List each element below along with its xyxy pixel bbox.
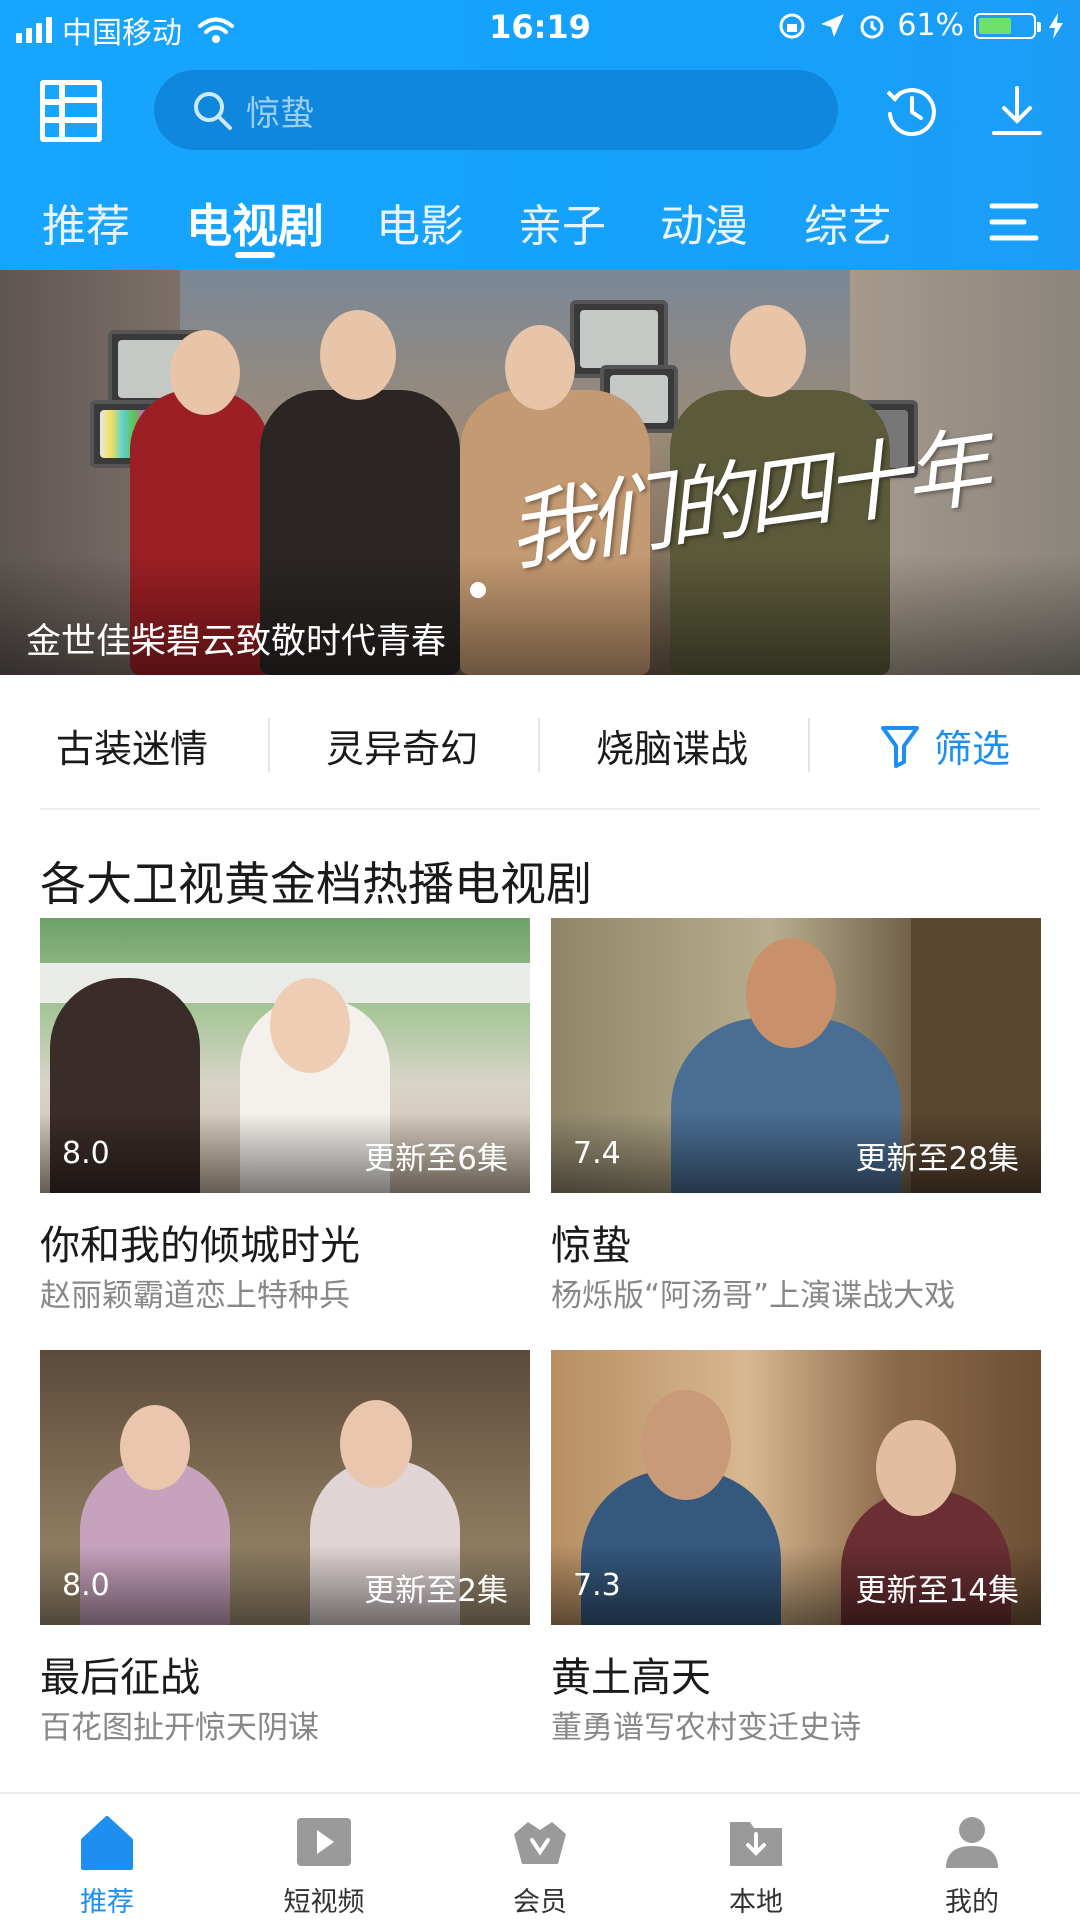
battery-icon	[974, 12, 1041, 39]
drama-update-status: 更新至6集	[364, 1141, 508, 1177]
drama-update-status: 更新至28集	[855, 1141, 1019, 1177]
tab-variety[interactable]: 综艺	[804, 190, 892, 254]
banner-figure-head	[320, 310, 396, 400]
drama-subtitle: 杨烁版“阿汤哥”上演谍战大戏	[551, 1278, 956, 1314]
drama-card[interactable]: 8.0 更新至2集 最后征战 百花图扯开惊天阴谋	[40, 1350, 530, 1750]
profile-icon	[946, 1817, 998, 1868]
drama-subtitle: 董勇谱写农村变迁史诗	[551, 1710, 861, 1746]
nav-item-local[interactable]: 本地	[681, 1794, 831, 1922]
top-header: 中国移动 16:19 61% 惊蛰 推荐 电视剧 电影 亲子 动漫 综艺	[0, 0, 1080, 270]
banner-figure-head	[730, 305, 806, 397]
drama-title: 你和我的倾城时光	[40, 1223, 360, 1269]
genre-supernatural[interactable]: 灵异奇幻	[326, 718, 478, 773]
category-grid-icon[interactable]	[40, 80, 102, 142]
drama-title: 最后征战	[40, 1655, 200, 1701]
drama-update-status: 更新至2集	[364, 1573, 508, 1609]
drama-subtitle: 赵丽颖霸道恋上特种兵	[40, 1278, 350, 1314]
section-title: 各大卫视黄金档热播电视剧	[40, 857, 592, 911]
location-icon	[821, 13, 845, 37]
history-clock-icon[interactable]	[885, 84, 939, 138]
tab-kids[interactable]: 亲子	[518, 190, 606, 254]
hero-banner[interactable]: 我们的四十年 金世佳柴碧云致敬时代青春	[0, 270, 1080, 675]
drama-thumbnail: 8.0 更新至2集	[40, 1350, 530, 1625]
alarm-icon	[860, 15, 884, 38]
drama-title: 惊蛰	[551, 1223, 631, 1269]
genre-divider	[808, 718, 810, 772]
genre-divider	[538, 718, 540, 772]
drama-score: 8.0	[62, 1136, 110, 1171]
drama-thumbnail: 7.4 更新至28集	[551, 918, 1041, 1193]
rotation-lock-icon	[779, 13, 805, 38]
drama-card[interactable]: 7.3 更新至14集 黄土高天 董勇谱写农村变迁史诗	[551, 1350, 1041, 1750]
drama-score: 7.4	[573, 1136, 621, 1171]
nav-label: 我的	[945, 1887, 999, 1918]
drama-score: 7.3	[573, 1568, 621, 1603]
drama-subtitle: 百花图扯开惊天阴谋	[40, 1710, 319, 1746]
section-divider	[40, 808, 1040, 810]
nav-label: 会员	[513, 1887, 567, 1918]
genre-costume-romance[interactable]: 古装迷情	[56, 718, 208, 773]
local-download-icon	[730, 1822, 782, 1866]
nav-item-short-video[interactable]: 短视频	[249, 1794, 399, 1922]
charging-icon	[1049, 12, 1063, 39]
drama-update-status: 更新至14集	[855, 1573, 1019, 1609]
category-tabs: 推荐 电视剧 电影 亲子 动漫 综艺	[0, 182, 1080, 262]
tab-recommend[interactable]: 推荐	[42, 190, 130, 254]
filter-label: 筛选	[934, 727, 1011, 771]
search-input[interactable]: 惊蛰	[154, 70, 838, 150]
nav-item-vip[interactable]: 会员	[465, 1794, 615, 1922]
banner-figure-head	[505, 325, 575, 410]
nav-item-recommend[interactable]: 推荐	[32, 1794, 182, 1922]
filter-button[interactable]: 筛选	[880, 718, 1010, 773]
drama-card[interactable]: 7.4 更新至28集 惊蛰 杨烁版“阿汤哥”上演谍战大戏	[551, 918, 1041, 1318]
download-icon[interactable]	[990, 84, 1044, 138]
genre-espionage[interactable]: 烧脑谍战	[596, 718, 748, 773]
menu-icon[interactable]	[988, 202, 1040, 242]
bottom-navigation: 推荐 短视频 会员 本地 我的	[0, 1792, 1080, 1922]
tab-tv-series[interactable]: 电视剧	[186, 190, 324, 256]
search-placeholder: 惊蛰	[246, 93, 314, 134]
drama-score: 8.0	[62, 1568, 110, 1603]
drama-title: 黄土高天	[551, 1655, 711, 1701]
active-tab-indicator	[235, 252, 275, 258]
genre-divider	[268, 718, 270, 772]
drama-thumbnail: 8.0 更新至6集	[40, 918, 530, 1193]
battery-percent: 61%	[897, 8, 964, 43]
nav-label: 本地	[729, 1887, 783, 1918]
tab-movie[interactable]: 电影	[376, 190, 464, 254]
home-icon	[81, 1816, 133, 1870]
nav-label: 推荐	[80, 1887, 134, 1918]
banner-page-indicator	[470, 582, 486, 598]
status-bar: 中国移动 16:19 61%	[0, 0, 1080, 54]
genre-shortcuts: 古装迷情 灵异奇幻 烧脑谍战 筛选	[0, 690, 1080, 800]
banner-caption: 金世佳柴碧云致敬时代青春	[26, 622, 447, 662]
filter-funnel-icon	[881, 725, 919, 768]
nav-label: 短视频	[283, 1887, 365, 1918]
tab-anime[interactable]: 动漫	[660, 190, 748, 254]
banner-figure-head	[170, 330, 240, 415]
play-icon	[297, 1818, 351, 1866]
search-row: 惊蛰	[0, 64, 1080, 160]
search-icon	[194, 92, 232, 130]
nav-item-profile[interactable]: 我的	[897, 1794, 1047, 1922]
drama-thumbnail: 7.3 更新至14集	[551, 1350, 1041, 1625]
status-right: 61%	[777, 8, 1066, 43]
drama-card[interactable]: 8.0 更新至6集 你和我的倾城时光 赵丽颖霸道恋上特种兵	[40, 918, 530, 1318]
vip-crown-icon	[514, 1822, 566, 1864]
